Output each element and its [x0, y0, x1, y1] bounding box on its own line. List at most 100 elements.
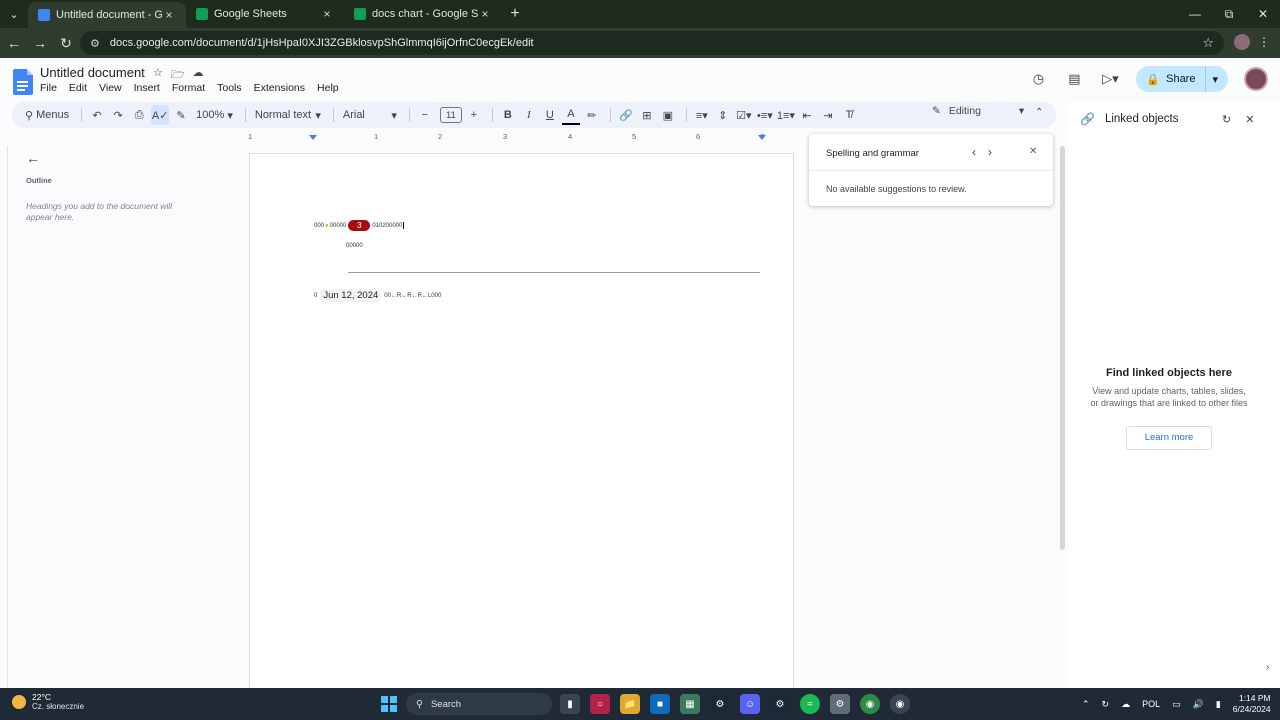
clear-formatting-icon[interactable]: T̸ — [840, 105, 858, 125]
bulleted-list-icon[interactable]: •≡▾ — [756, 105, 774, 125]
spellcheck-icon[interactable]: A✓ — [151, 105, 170, 125]
discord-icon[interactable]: ☺ — [740, 694, 760, 714]
date-smart-chip[interactable]: Jun 12, 2024 — [320, 289, 382, 302]
spelling-count-badge[interactable]: 3 — [348, 220, 371, 231]
close-spelling-icon[interactable]: ✕ — [1029, 146, 1037, 157]
left-indent-marker[interactable] — [309, 135, 317, 140]
text-color-icon[interactable]: A — [561, 105, 580, 125]
share-dropdown-icon[interactable]: ▾ — [1212, 73, 1218, 86]
share-button[interactable]: 🔒 Share ▾ — [1136, 66, 1228, 92]
display-icon[interactable]: ▭ — [1172, 699, 1181, 710]
paragraph-style-select[interactable]: Normal text ▾ — [252, 105, 324, 125]
menu-extensions[interactable]: Extensions — [254, 82, 305, 94]
sync-icon[interactable]: ↻ — [1102, 699, 1110, 710]
language-indicator[interactable]: POL — [1142, 699, 1160, 709]
taskbar-search[interactable]: ⚲ Search — [406, 693, 552, 715]
menu-help[interactable]: Help — [317, 82, 339, 94]
browser-tab-docs-chart[interactable]: docs chart - Google Sheets × — [344, 0, 502, 28]
next-suggestion-icon[interactable]: › — [988, 145, 992, 159]
decrease-font-size-icon[interactable]: − — [416, 105, 434, 125]
close-panel-icon[interactable]: ✕ — [1245, 113, 1254, 126]
network-icon[interactable]: ☁ — [1121, 699, 1130, 710]
document-title[interactable]: Untitled document — [40, 65, 145, 80]
forward-icon[interactable]: → — [28, 31, 52, 55]
hide-menus-icon[interactable]: ⌃ — [1035, 107, 1043, 118]
taskbar-clock[interactable]: 1:14 PM 6/24/2024 — [1233, 693, 1271, 715]
menu-view[interactable]: View — [99, 82, 122, 94]
obs-icon[interactable]: ◉ — [890, 694, 910, 714]
reload-icon[interactable]: ↻ — [54, 31, 78, 55]
decrease-indent-icon[interactable]: ⇤ — [798, 105, 816, 125]
app-icon[interactable]: ○ — [590, 694, 610, 714]
editing-mode-select[interactable]: ✎ Editing ▾ — [932, 105, 1024, 117]
comments-icon[interactable]: ▤ — [1064, 69, 1084, 89]
url-field[interactable]: ⚙ docs.google.com/document/d/1jHsHpaI0XJ… — [80, 31, 1224, 55]
close-tab-icon[interactable]: × — [162, 8, 176, 22]
text-line-3[interactable]: 0 Jun 12, 2024 00←R←R←R←L000 — [314, 289, 441, 302]
settings-icon[interactable]: ⚙ — [830, 694, 850, 714]
close-tab-icon[interactable]: × — [320, 7, 334, 21]
increase-indent-icon[interactable]: ⇥ — [819, 105, 837, 125]
steam-icon[interactable]: ⚙ — [710, 694, 730, 714]
learn-more-button[interactable]: Learn more — [1126, 426, 1212, 450]
menu-edit[interactable]: Edit — [69, 82, 87, 94]
site-info-icon[interactable]: ⚙ — [90, 37, 100, 50]
underline-icon[interactable]: U — [541, 105, 559, 125]
minimize-icon[interactable]: — — [1178, 0, 1212, 28]
bookmark-star-icon[interactable]: ☆ — [1202, 35, 1214, 51]
insert-image-icon[interactable]: ▣ — [659, 105, 677, 125]
close-outline-icon[interactable]: ← — [26, 150, 224, 166]
browser-tab-docs[interactable]: Untitled document - Google Docs × — [28, 2, 186, 28]
menu-tools[interactable]: Tools — [217, 82, 242, 94]
docs-logo-icon[interactable] — [13, 69, 33, 95]
menu-file[interactable]: File — [40, 82, 57, 94]
print-icon[interactable]: ⎙ — [130, 105, 148, 125]
browser-tab-sheets[interactable]: Google Sheets × — [186, 0, 344, 28]
expand-side-panel-icon[interactable]: › — [1266, 662, 1269, 673]
undo-icon[interactable]: ↶ — [88, 105, 106, 125]
version-history-icon[interactable]: ◷ — [1028, 69, 1048, 89]
bold-icon[interactable]: B — [499, 105, 517, 125]
add-comment-icon[interactable]: ⊞ — [638, 105, 656, 125]
refresh-icon[interactable]: ↻ — [1222, 113, 1231, 126]
numbered-list-icon[interactable]: 1≡▾ — [777, 105, 795, 125]
browser-profile-avatar[interactable] — [1234, 34, 1250, 50]
redo-icon[interactable]: ↷ — [109, 105, 127, 125]
account-avatar[interactable] — [1244, 67, 1268, 91]
paint-format-icon[interactable]: ✎ — [172, 105, 190, 125]
tab-search-icon[interactable]: ⌄ — [0, 0, 28, 28]
microsoft-store-icon[interactable]: ■ — [650, 694, 670, 714]
steam-icon[interactable]: ⚙ — [770, 694, 790, 714]
weather-widget[interactable]: 22°C Cz. słonecznie — [12, 692, 84, 711]
menu-insert[interactable]: Insert — [134, 82, 160, 94]
new-tab-button[interactable]: + — [502, 5, 528, 23]
right-indent-marker[interactable] — [758, 135, 766, 140]
italic-icon[interactable]: I — [520, 105, 538, 125]
url-text[interactable]: docs.google.com/document/d/1jHsHpaI0XJI3… — [110, 37, 1202, 49]
line-spacing-icon[interactable]: ⇕ — [714, 105, 732, 125]
font-select[interactable]: Arial ▾ — [340, 105, 400, 125]
increase-font-size-icon[interactable]: + — [465, 105, 483, 125]
battery-icon[interactable]: ▮ — [1216, 699, 1221, 710]
menu-format[interactable]: Format — [172, 82, 205, 94]
tray-overflow-icon[interactable]: ⌃ — [1082, 699, 1090, 710]
search-menus-button[interactable]: ⚲ Menus — [22, 105, 72, 125]
back-icon[interactable]: ← — [2, 31, 26, 55]
insert-link-icon[interactable]: 🔗 — [617, 105, 635, 125]
document-scrollbar[interactable] — [1060, 146, 1065, 550]
font-size-input[interactable]: 11 — [439, 107, 462, 123]
start-button[interactable] — [381, 696, 397, 712]
previous-suggestion-icon[interactable]: ‹ — [972, 145, 976, 159]
checklist-icon[interactable]: ☑▾ — [735, 105, 753, 125]
close-tab-icon[interactable]: × — [478, 7, 492, 21]
document-page[interactable]: 000 ● 00000 3 010200000 00000 0 Jun 12, … — [249, 153, 794, 693]
close-window-icon[interactable]: ✕ — [1246, 0, 1280, 28]
calculator-icon[interactable]: ▦ — [680, 694, 700, 714]
chrome-icon[interactable]: ◉ — [860, 694, 880, 714]
text-line-1[interactable]: 000 ● 00000 3 010200000 — [314, 220, 405, 231]
text-line-2[interactable]: 00000 — [346, 243, 363, 249]
task-view-icon[interactable]: ▮ — [560, 694, 580, 714]
volume-icon[interactable]: 🔊 — [1193, 699, 1204, 710]
meet-icon[interactable]: ▷▾ — [1100, 69, 1120, 89]
zoom-select[interactable]: 100% ▾ — [193, 105, 236, 125]
